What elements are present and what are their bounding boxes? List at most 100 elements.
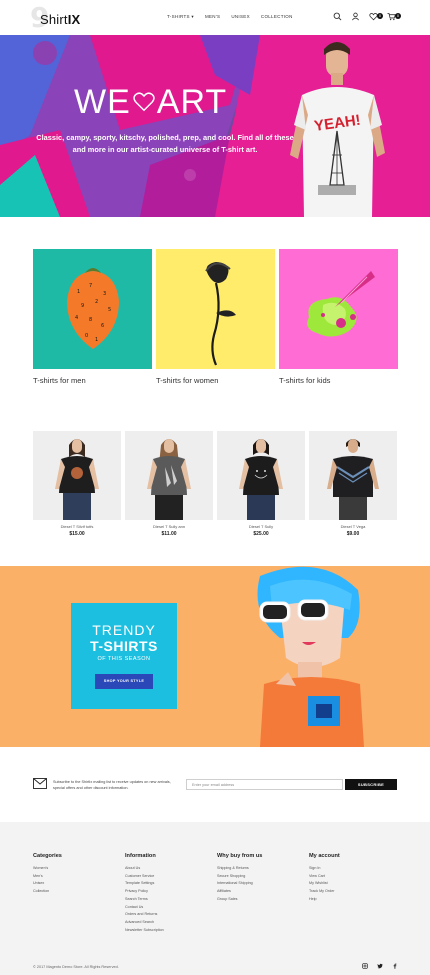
woman-grey-tee-image — [147, 439, 191, 520]
category-men-image[interactable]: 1 7 3 9 2 5 4 8 6 0 1 — [33, 249, 152, 369]
footer-link[interactable]: International Shipping — [217, 880, 307, 888]
footer-link[interactable]: Newsletter Subscription — [125, 927, 215, 935]
footer-column-title: Categories — [33, 853, 62, 859]
footer-link[interactable]: Secure Shopping — [217, 873, 307, 881]
woman-black-smile-tee-image — [239, 439, 283, 520]
footer-link[interactable]: My Wishlist — [309, 880, 399, 888]
footer-link[interactable]: Women's — [33, 865, 123, 873]
footer-column-why-buy: Why buy from us Shipping & Returns Secur… — [217, 853, 307, 904]
footer-link[interactable]: Shipping & Returns — [217, 865, 307, 873]
footer-column-title: Why buy from us — [217, 853, 263, 859]
nav-unisex[interactable]: Unisex — [231, 14, 250, 20]
footer-link[interactable]: Search Terms — [125, 896, 215, 904]
hero-banner[interactable]: YEAH! WE ART Classic, campy, sporty, kit… — [0, 35, 430, 217]
man-black-chevron-tee-image — [327, 439, 379, 520]
svg-text:0: 0 — [85, 333, 88, 339]
footer-column-title: My account — [309, 853, 340, 859]
footer-link[interactable]: Orders and Returns — [125, 911, 215, 919]
svg-text:8: 8 — [89, 317, 92, 323]
woman-black-tee-image — [55, 439, 99, 520]
hero-description: Classic, campy, sporty, kitschy, polishe… — [36, 133, 294, 154]
product-name[interactable]: Diesel T Silvif totfs — [33, 524, 121, 529]
footer-link[interactable]: Sign In — [309, 865, 399, 873]
footer-link[interactable]: Advanced Search — [125, 919, 215, 927]
search-icon[interactable] — [333, 12, 342, 21]
svg-text:9: 9 — [81, 303, 84, 309]
twitter-icon[interactable] — [377, 963, 383, 969]
footer-link[interactable]: Group Sales — [217, 896, 307, 904]
footer-column-information: Information About Us Customer Service Te… — [125, 853, 215, 934]
product-name[interactable]: Diesel T Sully — [217, 524, 305, 529]
category-kids-image[interactable] — [279, 249, 398, 369]
svg-text:2: 2 — [95, 299, 98, 305]
promo-banner: TRENDY T-SHIRTS OF THIS SEASON SHOP YOUR… — [0, 566, 430, 747]
footer-link[interactable]: Men's — [33, 873, 123, 881]
strawberry-image: 1 7 3 9 2 5 4 8 6 0 1 — [67, 268, 119, 349]
svg-text:4: 4 — [75, 315, 78, 321]
logo-name: Shirt — [40, 12, 68, 27]
nav-tshirts-label: T-shirts — [167, 14, 190, 19]
main-nav: T-shirts ▾ Men's Unisex Collection — [167, 14, 293, 20]
product-name[interactable]: Diesel T Sully ann — [125, 524, 213, 529]
cart-icon[interactable]: 0 — [387, 12, 401, 21]
footer: Categories Women's Men's Unisex Collecti… — [0, 822, 430, 975]
footer-link[interactable]: Affiliates — [217, 888, 307, 896]
product-price: $25.00 — [253, 531, 269, 537]
product-image[interactable] — [33, 431, 121, 520]
nav-tshirts[interactable]: T-shirts ▾ — [167, 14, 194, 20]
nav-collection[interactable]: Collection — [261, 14, 293, 20]
footer-link[interactable]: Privacy Policy — [125, 888, 215, 896]
header: 9 ShirtIX T-shirts ▾ Men's Unisex Collec… — [0, 0, 430, 35]
svg-text:7: 7 — [89, 283, 92, 289]
footer-link[interactable]: Customer Service — [125, 873, 215, 881]
instagram-icon[interactable] — [362, 963, 368, 969]
ice-cream-image — [307, 271, 375, 337]
account-icon[interactable] — [351, 12, 360, 21]
category-kids-label[interactable]: T-shirts for kids — [279, 376, 330, 385]
nav-mens[interactable]: Men's — [205, 14, 220, 20]
svg-text:6: 6 — [101, 323, 104, 329]
model-photo: YEAH! — [290, 42, 385, 217]
product-image[interactable] — [217, 431, 305, 520]
promo-box: TRENDY T-SHIRTS OF THIS SEASON SHOP YOUR… — [71, 603, 177, 709]
facebook-icon[interactable] — [392, 963, 398, 969]
heart-icon — [133, 92, 155, 112]
newsletter-text: Subscribe to the ShirtIx mailing list to… — [53, 780, 171, 790]
product-price: $9.00 — [346, 531, 360, 537]
logo-suffix: IX — [67, 12, 81, 27]
footer-link[interactable]: Contact Us — [125, 904, 215, 912]
logo-text: ShirtIX — [40, 12, 80, 27]
footer-link[interactable]: About Us — [125, 865, 215, 873]
wishlist-icon[interactable]: 0 — [369, 12, 383, 21]
copyright: © 2017 Magento Demo Store. All Rights Re… — [33, 965, 119, 969]
footer-link[interactable]: Unisex — [33, 880, 123, 888]
footer-column-title: Information — [125, 853, 156, 859]
newsletter-email-input[interactable] — [186, 779, 343, 790]
footer-link[interactable]: Track My Order — [309, 888, 399, 896]
hero-title-right: ART — [156, 83, 228, 121]
rose-image — [205, 262, 236, 366]
footer-link[interactable]: View Cart — [309, 873, 399, 881]
footer-column-my-account: My account Sign In View Cart My Wishlist… — [309, 853, 399, 904]
footer-column-categories: Categories Women's Men's Unisex Collecti… — [33, 853, 123, 896]
product-image[interactable] — [125, 431, 213, 520]
logo[interactable]: 9 ShirtIX — [30, 1, 90, 34]
subscribe-button[interactable]: SUBSCRIBE — [345, 779, 397, 790]
product-name[interactable]: Diesel T Vega — [309, 524, 397, 529]
footer-link[interactable]: Collection — [33, 888, 123, 896]
social-links — [362, 963, 398, 969]
product-image[interactable] — [309, 431, 397, 520]
footer-link[interactable]: Template Settings — [125, 880, 215, 888]
category-women-image[interactable] — [156, 249, 275, 369]
cart-count-badge: 0 — [395, 13, 401, 19]
hero-title-left: WE — [74, 83, 131, 121]
product-price: $11.00 — [161, 531, 177, 537]
svg-text:1: 1 — [77, 289, 80, 295]
svg-text:5: 5 — [108, 307, 111, 313]
shop-your-style-button[interactable]: SHOP YOUR STYLE — [95, 674, 153, 689]
footer-link[interactable]: Help — [309, 896, 399, 904]
product-price: $15.00 — [69, 531, 85, 537]
svg-text:1: 1 — [95, 337, 98, 343]
category-women-label[interactable]: T-shirts for women — [156, 376, 218, 385]
category-men-label[interactable]: T-shirts for men — [33, 376, 86, 385]
